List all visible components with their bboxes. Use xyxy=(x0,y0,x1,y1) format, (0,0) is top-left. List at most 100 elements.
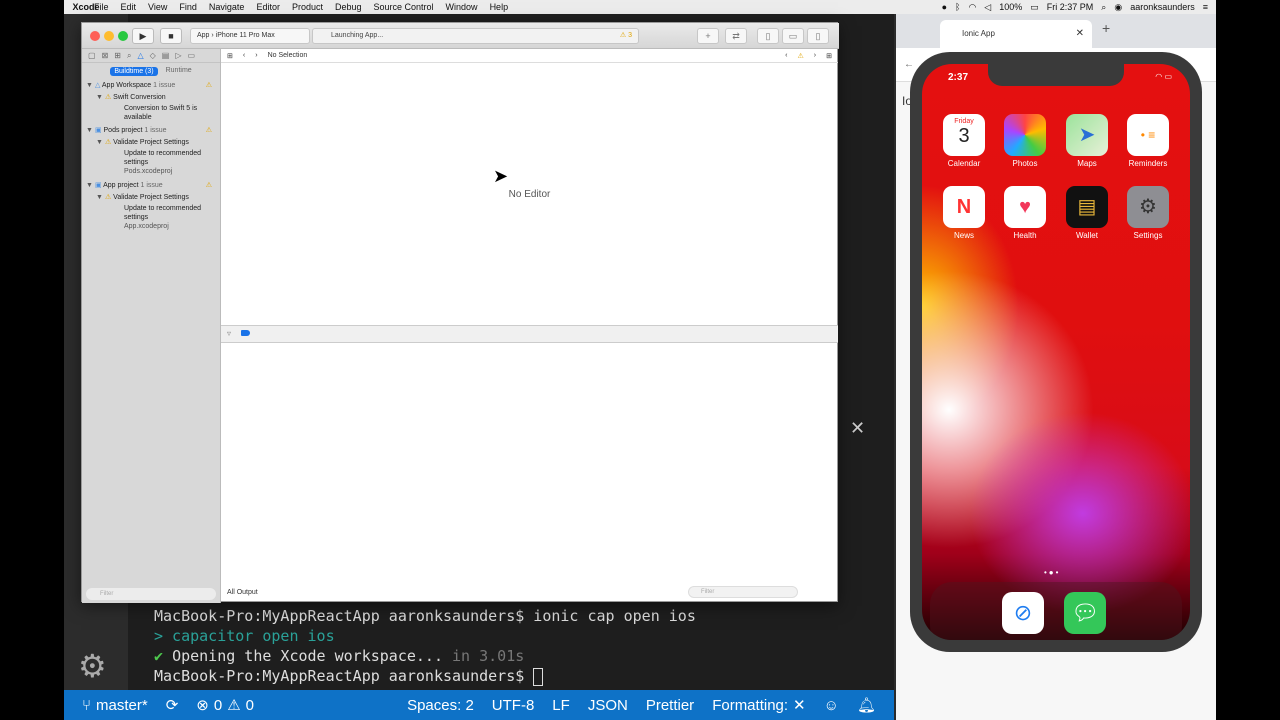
app-maps[interactable]: ➤ Maps xyxy=(1065,114,1109,168)
battery-percent[interactable]: 100% xyxy=(999,2,1022,12)
console-filter-input[interactable]: Filter xyxy=(688,586,798,598)
menu-navigate[interactable]: Navigate xyxy=(209,2,245,12)
issue-item[interactable]: Update to recommended settings xyxy=(82,204,220,222)
warning-badge[interactable]: ⚠ 3 xyxy=(620,29,632,43)
menu-editor[interactable]: Editor xyxy=(256,2,280,12)
zoom-window-button[interactable] xyxy=(118,31,128,41)
branch-item[interactable]: ⑂ master* xyxy=(82,697,148,714)
close-icon[interactable]: ✕ xyxy=(850,418,865,439)
issue-category[interactable]: ▼ ⚠ Swift Conversion xyxy=(82,92,220,104)
app-news[interactable]: N News xyxy=(942,186,986,240)
menu-view[interactable]: View xyxy=(148,2,167,12)
issue-group[interactable]: ▼ ▣ App project 1 issue ⚠ xyxy=(82,180,220,192)
prev-issue-icon[interactable]: ‹ xyxy=(785,52,787,59)
indentation-item[interactable]: Spaces: 2 xyxy=(407,697,474,714)
menu-user[interactable]: aaronksaunders xyxy=(1130,2,1195,12)
app-calendar[interactable]: Friday 3 Calendar xyxy=(942,114,986,168)
issue-item[interactable]: Conversion to Swift 5 is available xyxy=(82,104,220,122)
add-editor-icon[interactable]: ⊞ xyxy=(826,52,832,60)
library-button[interactable]: + xyxy=(697,28,719,44)
menu-debug[interactable]: Debug xyxy=(335,2,362,12)
menu-find[interactable]: Find xyxy=(179,2,197,12)
menu-app-name[interactable]: Xcode xyxy=(64,2,108,12)
breakpoint-icon[interactable]: ▷ xyxy=(175,51,181,60)
output-selector[interactable]: All Output xyxy=(227,589,258,596)
issue-category[interactable]: ▼ ⚠ Validate Project Settings xyxy=(82,137,220,149)
volume-icon[interactable]: ◁ xyxy=(984,2,991,13)
app-wallet[interactable]: ▤ Wallet xyxy=(1065,186,1109,240)
issue-category-title: Validate Project Settings xyxy=(113,139,189,146)
app-reminders[interactable]: • ≡ Reminders xyxy=(1126,114,1170,168)
bluetooth-icon[interactable]: ᛒ xyxy=(955,2,960,12)
formatting-item[interactable]: Formatting: ✕ xyxy=(712,696,805,715)
user-avatar[interactable]: ◉ xyxy=(1114,2,1122,13)
warning-icon: ⚠ xyxy=(227,697,241,714)
folder-icon[interactable]: ▢ xyxy=(88,51,96,60)
app-photos[interactable]: Photos xyxy=(1003,114,1047,168)
minimize-window-button[interactable] xyxy=(104,31,114,41)
sync-icon[interactable]: ⟳ xyxy=(166,696,179,714)
close-tab-icon[interactable]: ✕ xyxy=(1076,20,1084,48)
navigator-toggle[interactable]: ▯ xyxy=(757,28,779,44)
debug-icon[interactable]: ▤ xyxy=(162,51,170,60)
menu-edit[interactable]: Edit xyxy=(121,2,137,12)
new-tab-icon[interactable]: + xyxy=(1102,20,1110,36)
warning-icon: ⚠ xyxy=(104,94,112,101)
safari-icon[interactable]: ⊘ xyxy=(1002,592,1044,634)
code-review-button[interactable]: ⇄ xyxy=(725,28,747,44)
app-settings[interactable]: ⚙ Settings xyxy=(1126,186,1170,240)
issue-group[interactable]: ▼ ▣ Pods project 1 issue ⚠ xyxy=(82,125,220,137)
menu-window[interactable]: Window xyxy=(446,2,478,12)
app-health[interactable]: ♥ Health xyxy=(1003,186,1047,240)
browser-tab[interactable]: Ionic App ✕ xyxy=(940,20,1092,48)
symbol-icon[interactable]: ⊞ xyxy=(114,51,121,60)
jump-selection[interactable]: No Selection xyxy=(268,52,308,59)
issue-item[interactable]: Update to recommended settings xyxy=(82,149,220,167)
spotlight-icon[interactable]: ⌕ xyxy=(1101,2,1106,13)
issue-icon[interactable]: △ xyxy=(137,51,143,60)
battery-icon[interactable]: ▭ xyxy=(1030,2,1039,13)
warning-icon[interactable]: ⚠ xyxy=(798,52,804,60)
menu-clock[interactable]: Fri 2:37 PM xyxy=(1047,2,1094,12)
eol-item[interactable]: LF xyxy=(552,697,570,714)
run-button[interactable]: ▶ xyxy=(132,28,154,44)
bell-icon[interactable]: 🔔︎ xyxy=(857,696,876,714)
back-icon[interactable]: ‹ xyxy=(243,52,245,59)
warning-icon: ⚠ xyxy=(205,82,212,89)
terminal[interactable]: MacBook-Pro:MyAppReactApp aaronksaunders… xyxy=(154,606,696,686)
close-window-button[interactable] xyxy=(90,31,100,41)
runtime-tab[interactable]: Runtime xyxy=(166,67,192,76)
navigator-filter-input[interactable]: Filter xyxy=(86,588,216,600)
menu-source-control[interactable]: Source Control xyxy=(374,2,434,12)
scheme-selector[interactable]: App › iPhone 11 Pro Max xyxy=(190,28,310,44)
messages-icon[interactable]: 💬︎ xyxy=(1064,592,1106,634)
issue-category[interactable]: ▼ ⚠ Validate Project Settings xyxy=(82,192,220,204)
test-icon[interactable]: ◇ xyxy=(150,51,156,60)
wifi-icon[interactable]: ◠ xyxy=(968,2,976,13)
prettier-item[interactable]: Prettier xyxy=(646,697,694,714)
gear-icon[interactable]: ⚙ xyxy=(78,647,107,685)
breakpoints-icon[interactable] xyxy=(241,330,251,336)
scheme-app: App xyxy=(197,32,210,39)
stop-button[interactable]: ■ xyxy=(160,28,182,44)
language-item[interactable]: JSON xyxy=(588,697,628,714)
problems-item[interactable]: ⊗ 0 ⚠ 0 xyxy=(196,696,254,715)
encoding-item[interactable]: UTF-8 xyxy=(492,697,535,714)
report-icon[interactable]: ▭ xyxy=(187,51,195,60)
source-control-icon[interactable]: ⊠ xyxy=(102,51,109,60)
menu-product[interactable]: Product xyxy=(292,2,323,12)
debug-area-toggle[interactable]: ▭ xyxy=(782,28,804,44)
disclosure-icon: ▼ xyxy=(96,139,103,146)
next-issue-icon[interactable]: › xyxy=(814,52,816,59)
feedback-icon[interactable]: ☺ xyxy=(824,697,839,714)
forward-icon[interactable]: › xyxy=(255,52,257,59)
issue-group[interactable]: ▼ △ App Workspace 1 issue ⚠ xyxy=(82,80,220,92)
grid-icon[interactable]: ⊞ xyxy=(227,52,233,60)
buildtime-tab[interactable]: Buildtime (3) xyxy=(110,67,158,76)
record-icon[interactable]: ● xyxy=(942,2,947,12)
inspector-toggle[interactable]: ▯ xyxy=(807,28,829,44)
hide-debug-icon[interactable]: ▿ xyxy=(227,329,231,338)
list-icon[interactable]: ≡ xyxy=(1203,2,1208,12)
find-icon[interactable]: ⌕ xyxy=(127,51,131,60)
menu-help[interactable]: Help xyxy=(490,2,509,12)
